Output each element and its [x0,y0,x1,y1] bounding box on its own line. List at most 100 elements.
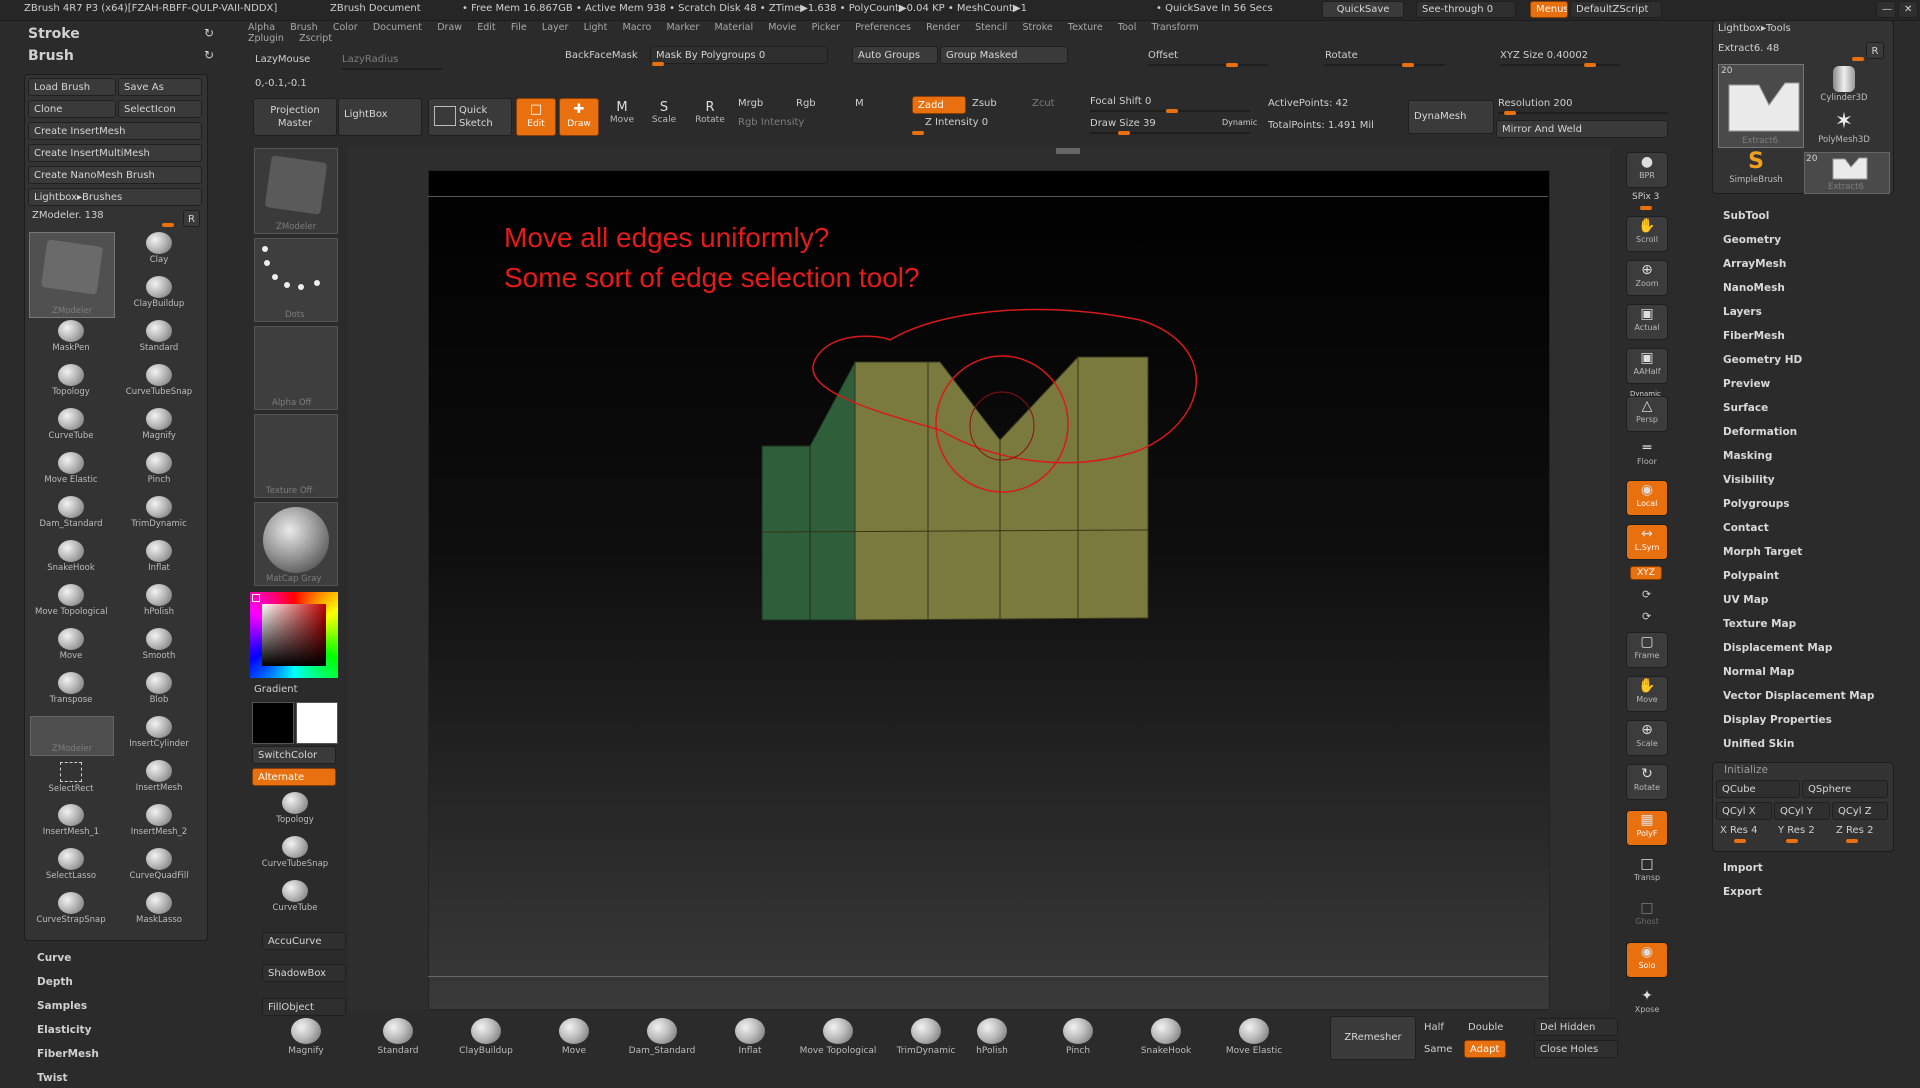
brush-selectrect[interactable]: SelectRect [35,760,107,796]
initialize-title[interactable]: Initialize [1724,764,1768,776]
adapt-button[interactable]: Adapt [1464,1040,1506,1058]
brush-move-elastic[interactable]: Move Elastic [35,452,107,488]
shelf-pinch[interactable]: Pinch [1038,1018,1118,1056]
offset-track[interactable] [1148,64,1268,66]
menu-zscript[interactable]: Zscript [299,33,332,44]
brush-masklasso[interactable]: MaskLasso [123,892,195,928]
menu-edit[interactable]: Edit [477,22,495,33]
menu-color[interactable]: Color [333,22,358,33]
shelf-magnify[interactable]: Magnify [266,1018,346,1056]
twist-subpalette[interactable]: Twist [37,1072,68,1084]
y-res-knob[interactable] [1786,839,1798,843]
mrgb-button[interactable]: Mrgb [738,98,763,109]
xyz-size-knob[interactable] [1584,63,1596,67]
mask-polygroups-knob[interactable] [652,62,664,66]
curve-subpalette[interactable]: Curve [37,952,71,964]
menu-movie[interactable]: Movie [768,22,796,33]
brush-refresh-icon[interactable]: ↻ [204,48,214,62]
zremesher-button[interactable]: ZRemesher [1330,1016,1416,1060]
canvas-scroll-handle[interactable] [1056,148,1080,154]
menu-picker[interactable]: Picker [812,22,840,33]
local-button[interactable]: ◉ Local [1626,480,1668,516]
deformation-subpalette[interactable]: Deformation [1723,426,1797,438]
brush-clay[interactable]: Clay [123,232,195,268]
rotate-knob[interactable] [1402,63,1414,67]
draw-size-slider[interactable]: Draw Size 39 [1090,118,1156,129]
brush-standard[interactable]: Standard [123,320,195,356]
layers-subpalette[interactable]: Layers [1723,306,1762,318]
stroke-palette-title[interactable]: Stroke [28,26,80,42]
color-picker[interactable] [250,592,338,678]
z-intensity-knob[interactable] [912,131,924,135]
clone-button[interactable]: Clone [28,100,116,118]
rotate-z-icon[interactable]: ⟳ [1642,610,1651,623]
brush-move-topological[interactable]: Move Topological [35,584,108,620]
mirror-and-weld-button[interactable]: Mirror And Weld [1496,120,1668,138]
xyz-size-track[interactable] [1500,64,1620,66]
offset-knob[interactable] [1226,63,1238,67]
brush-selectlasso[interactable]: SelectLasso [35,848,107,884]
samples-subpalette[interactable]: Samples [37,1000,87,1012]
fillobject-button[interactable]: FillObject [262,998,346,1016]
brush-insertmesh-1[interactable]: InsertMesh_1 [35,804,107,840]
geometry-hd-subpalette[interactable]: Geometry HD [1723,354,1802,366]
draw-size-knob[interactable] [1118,131,1130,135]
close-holes-button[interactable]: Close Holes [1534,1040,1618,1058]
switch-color-button[interactable]: SwitchColor [252,746,336,764]
floor-button[interactable]: ═ Floor [1626,438,1668,474]
polygroups-subpalette[interactable]: Polygroups [1723,498,1790,510]
xyz-symmetry-button[interactable]: XYZ [1630,566,1662,580]
solo-button[interactable]: ◉ Solo [1626,942,1668,978]
zsub-button[interactable]: Zsub [972,98,997,109]
z-res-slider[interactable]: Z Res 2 [1836,825,1873,836]
quick-curvetube-brush[interactable]: CurveTube [259,880,331,916]
brush-curvetube[interactable]: CurveTube [35,408,107,444]
projection-master-button[interactable]: Projection Master [253,98,337,136]
menu-marker[interactable]: Marker [666,22,699,33]
quick-curvetubesnap-brush[interactable]: CurveTubeSnap [259,836,331,872]
create-insertmesh-button[interactable]: Create InsertMesh [28,122,202,140]
tool-slider-knob[interactable] [1852,57,1864,61]
zadd-button[interactable]: Zadd [912,96,966,114]
scale-button[interactable]: S Scale [646,100,682,136]
unified-skin-subpalette[interactable]: Unified Skin [1723,738,1794,750]
brush-insertcylinder[interactable]: InsertCylinder [123,716,195,752]
shelf-move-elastic[interactable]: Move Elastic [1214,1018,1294,1056]
tool-r-button[interactable]: R [1866,42,1884,59]
polyf-button[interactable]: ▦ PolyF [1626,810,1668,846]
double-button[interactable]: Double [1468,1022,1503,1033]
shelf-claybuildup[interactable]: ClayBuildup [446,1018,526,1056]
shelf-inflat[interactable]: Inflat [710,1018,790,1056]
brush-slider-knob[interactable] [162,223,174,227]
brush-magnify[interactable]: Magnify [123,408,195,444]
resolution-track[interactable] [1498,112,1668,114]
half-button[interactable]: Half [1424,1022,1444,1033]
backface-mask-toggle[interactable]: BackFaceMask [565,50,638,61]
minimize-icon[interactable]: — [1876,1,1896,18]
m-button[interactable]: M [855,98,864,109]
zoom-button[interactable]: ⊕ Zoom [1626,260,1668,296]
brush-insertmesh[interactable]: InsertMesh [123,760,195,796]
polypaint-subpalette[interactable]: Polypaint [1723,570,1779,582]
mask-by-polygroups-slider[interactable]: Mask By Polygroups 0 [650,46,828,64]
offset-slider[interactable]: Offset [1148,50,1178,61]
brush-smooth[interactable]: Smooth [123,628,195,664]
qcyl-y-button[interactable]: QCyl Y [1774,802,1830,820]
brush-move[interactable]: Move [35,628,107,664]
qcube-button[interactable]: QCube [1716,780,1800,798]
rotate-y-icon[interactable]: ⟳ [1642,588,1651,601]
z-res-knob[interactable] [1846,839,1858,843]
persp-button[interactable]: △ Persp [1626,396,1668,432]
shelf-dam-standard[interactable]: Dam_Standard [622,1018,702,1056]
contact-subpalette[interactable]: Contact [1723,522,1769,534]
export-subpalette[interactable]: Export [1723,886,1762,898]
menu-transform[interactable]: Transform [1152,22,1199,33]
draw-size-track[interactable] [1090,132,1250,134]
zcut-button[interactable]: Zcut [1032,98,1055,109]
same-button[interactable]: Same [1424,1044,1452,1055]
lazymouse-toggle[interactable]: LazyMouse [255,54,310,65]
menu-stencil[interactable]: Stencil [975,22,1007,33]
rgb-intensity-slider[interactable]: Rgb Intensity [738,117,804,128]
brush-transpose[interactable]: Transpose [35,672,107,708]
x-res-knob[interactable] [1734,839,1746,843]
